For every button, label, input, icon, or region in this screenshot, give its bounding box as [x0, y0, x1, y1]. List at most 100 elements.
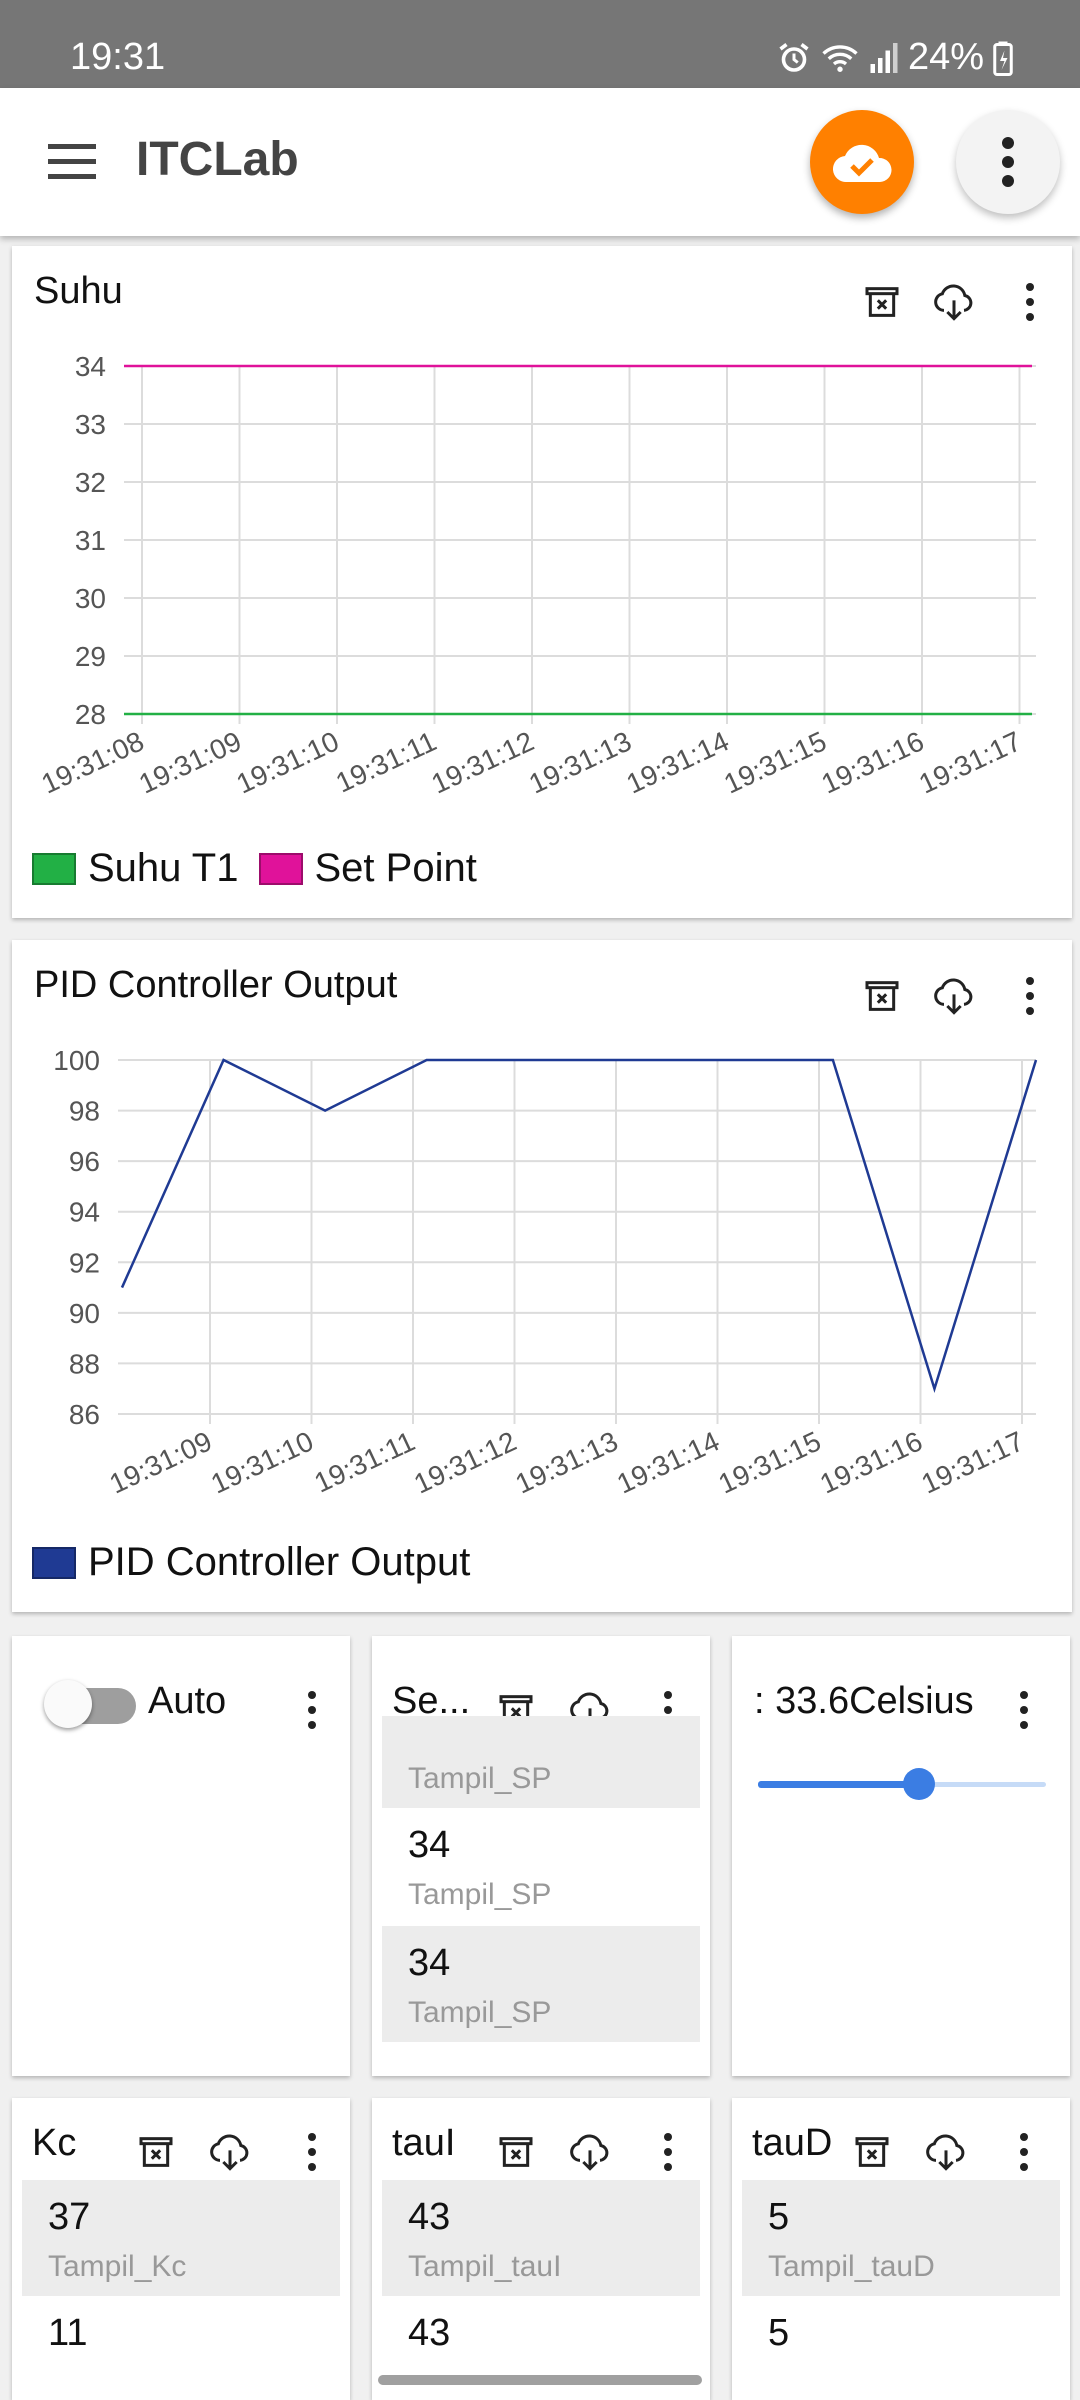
- clear-button[interactable]: [844, 2124, 900, 2180]
- x-tick-label: 19:31:13: [511, 1425, 623, 1499]
- list-item-value: 34: [408, 1942, 451, 1984]
- list-item[interactable]: 5: [742, 2296, 1060, 2400]
- list-item[interactable]: 43 Tampil_tauI: [382, 2180, 700, 2296]
- battery-icon: [993, 41, 1013, 76]
- cloud-connected-button[interactable]: [810, 110, 914, 214]
- y-tick-label: 30: [75, 583, 106, 614]
- app-title: ITCLab: [136, 133, 299, 186]
- toggle-knob: [44, 1680, 92, 1728]
- list-item-label: Tampil_SP: [408, 1878, 552, 1911]
- list-item[interactable]: Tampil_SP: [382, 1716, 700, 1808]
- more-vert-icon: [308, 1691, 316, 1729]
- suhu-legend: Suhu T1 Set Point: [32, 846, 497, 891]
- card-menu-button[interactable]: [284, 2124, 340, 2180]
- more-vert-icon: [664, 2133, 672, 2171]
- alarm-icon: [779, 42, 809, 72]
- list-item-label: Tampil_SP: [408, 1996, 552, 2029]
- x-tick-label: 19:31:12: [427, 725, 539, 799]
- x-tick-label: 19:31:15: [714, 1425, 826, 1499]
- card-menu-button[interactable]: [996, 1682, 1052, 1738]
- trash-x-icon: [855, 2137, 889, 2167]
- y-tick-label: 94: [69, 1197, 100, 1228]
- card-menu-button[interactable]: [284, 1682, 340, 1738]
- clear-button[interactable]: [128, 2124, 184, 2180]
- list-item-value: 5: [768, 2312, 790, 2354]
- legend-label: Set Point: [314, 846, 477, 890]
- y-tick-label: 100: [53, 1045, 100, 1076]
- list-item[interactable]: 37 Tampil_Kc: [22, 2180, 340, 2296]
- legend-swatch: [258, 852, 303, 885]
- card-menu-button[interactable]: [640, 2124, 696, 2180]
- x-tick-label: 19:31:14: [612, 1425, 724, 1499]
- x-tick-label: 19:31:11: [310, 1425, 420, 1498]
- more-vert-icon: [1020, 1691, 1028, 1729]
- auto-toggle[interactable]: [44, 1680, 140, 1728]
- y-tick-label: 92: [69, 1247, 100, 1278]
- card-menu-button[interactable]: [996, 2124, 1052, 2180]
- list-item[interactable]: 34: [382, 2042, 700, 2058]
- list-item-label: Tampil_tauI: [408, 2250, 562, 2283]
- list-item[interactable]: 34 Tampil_SP: [382, 1808, 700, 1924]
- download-button[interactable]: [202, 2124, 258, 2180]
- list-item-label: Tampil_SP: [408, 1762, 552, 1795]
- download-button[interactable]: [918, 2124, 974, 2180]
- list-item-value: 43: [408, 2312, 451, 2354]
- app-bar: ITCLab: [0, 88, 1080, 236]
- x-tick-label: 19:31:09: [105, 1425, 217, 1499]
- list-item-value: 34: [408, 1824, 451, 1866]
- x-tick-label: 19:31:15: [719, 725, 831, 799]
- status-icons: 24%: [776, 36, 1014, 79]
- y-tick-label: 86: [69, 1399, 100, 1430]
- kc-log-card: Kc 37 Tampil_Kc 11: [12, 2098, 350, 2400]
- cloud-download-icon: [210, 2134, 249, 2171]
- cloud-check-icon: [832, 144, 892, 183]
- y-tick-label: 34: [75, 351, 106, 382]
- x-tick-label: 19:31:08: [37, 725, 149, 799]
- list-item[interactable]: 11: [22, 2296, 340, 2400]
- suhu-chart-card: Suhu 34 33 32 31 30 29 28 19:31:08 19:31:09 19:31…: [12, 246, 1072, 918]
- hamburger-menu-icon[interactable]: [48, 144, 98, 180]
- legend-item[interactable]: Set Point: [258, 846, 477, 891]
- setpoint-slider[interactable]: [758, 1764, 1046, 1804]
- x-tick-label: 19:31:14: [622, 725, 734, 799]
- setpoint-log-card: Se... Tampil_SP 34 Tampil_SP 34 Tampil_S…: [372, 1636, 710, 2076]
- list-item-value: 11: [48, 2312, 88, 2354]
- slider-thumb[interactable]: [903, 1768, 936, 1800]
- legend-label: PID Controller Output: [88, 1540, 471, 1584]
- x-tick-label: 19:31:10: [232, 725, 344, 799]
- list-item-label: Tampil_Kc: [48, 2250, 187, 2283]
- list-item-value: 43: [408, 2196, 451, 2238]
- trash-x-icon: [499, 2137, 533, 2167]
- legend-item[interactable]: PID Controller Output: [32, 1540, 470, 1585]
- x-tick-label: 19:31:10: [206, 1425, 318, 1499]
- x-tick-label: 19:31:11: [331, 725, 441, 798]
- clear-button[interactable]: [488, 2124, 544, 2180]
- slider-fill: [758, 1781, 920, 1788]
- y-tick-label: 90: [69, 1298, 100, 1329]
- list-item[interactable]: 5 Tampil_tauD: [742, 2180, 1060, 2296]
- pid-line-chart: 1009896949290888619:31:0919:31:1019:31:1…: [53, 1045, 1038, 1500]
- suhu-line-chart: 3433323130292819:31:0819:31:0919:31:1019…: [37, 351, 1036, 800]
- card-title: tauI: [392, 2122, 456, 2164]
- x-tick-label: 19:31:12: [409, 1425, 521, 1499]
- legend-label: Suhu T1: [88, 846, 239, 890]
- y-tick-label: 98: [69, 1096, 100, 1127]
- battery-percent: 24%: [907, 36, 984, 78]
- download-button[interactable]: [562, 2124, 618, 2180]
- gesture-nav-pill[interactable]: [378, 2375, 702, 2385]
- list-item-value: 37: [48, 2196, 91, 2238]
- legend-item[interactable]: Suhu T1: [32, 846, 239, 891]
- setpoint-slider-card: : 33.6Celsius: [732, 1636, 1070, 2076]
- setpoint-list[interactable]: Tampil_SP 34 Tampil_SP 34 Tampil_SP 34: [372, 1716, 710, 2058]
- more-vert-icon: [308, 2133, 316, 2171]
- list-item[interactable]: 34 Tampil_SP: [382, 1926, 700, 2042]
- legend-swatch: [32, 1546, 76, 1579]
- status-time: 19:31: [70, 36, 166, 78]
- card-title: Kc: [32, 2122, 77, 2164]
- auto-switch-card: Auto: [12, 1636, 350, 2076]
- overflow-menu-button[interactable]: [956, 110, 1060, 214]
- pid-legend: PID Controller Output: [32, 1540, 490, 1585]
- x-tick-label: 19:31:09: [134, 725, 246, 799]
- cloud-download-icon: [926, 2134, 965, 2171]
- y-tick-label: 31: [75, 525, 106, 556]
